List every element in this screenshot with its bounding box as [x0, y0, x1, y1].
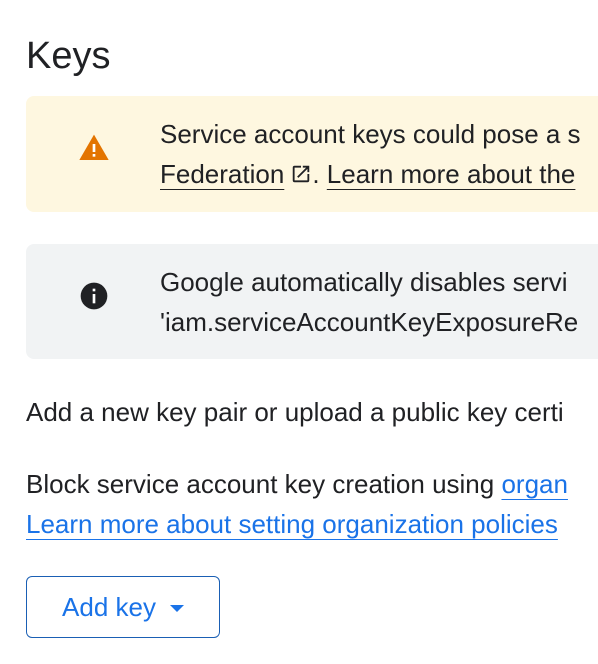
add-key-label: Add key	[62, 591, 156, 622]
info-banner-line-2: 'iam.serviceAccountKeyExposureRe	[160, 307, 579, 337]
block-key-creation-label: Block service account key creation using	[26, 469, 502, 499]
federation-link-label: Federation	[160, 159, 285, 189]
learn-org-policies-link[interactable]: Learn more about setting organization po…	[26, 509, 558, 539]
organization-policy-link[interactable]: organ	[501, 469, 568, 499]
block-key-creation-text: Block service account key creation using…	[26, 464, 568, 544]
warning-banner: Service account keys could pose a s Fede…	[26, 96, 598, 212]
warning-icon	[79, 134, 109, 160]
info-icon	[80, 282, 108, 310]
warning-banner-line-1: Service account keys could pose a s	[160, 119, 581, 149]
add-new-key-description: Add a new key pair or upload a public ke…	[26, 397, 564, 427]
warning-banner-text: Service account keys could pose a s Fede…	[160, 114, 581, 194]
info-banner: Google automatically disables servi 'iam…	[26, 244, 598, 359]
page-title: Keys	[26, 35, 111, 77]
arrow-drop-down-icon	[169, 604, 184, 612]
learn-more-link[interactable]: Learn more about the	[327, 159, 576, 189]
open-in-new-icon	[293, 165, 310, 183]
info-banner-line-1: Google automatically disables servi	[160, 267, 568, 297]
info-banner-text: Google automatically disables servi 'iam…	[160, 262, 578, 342]
warning-separator: .	[312, 159, 320, 189]
warning-banner-line-2: Federation . Learn more about the	[160, 154, 581, 194]
keys-page: Keys Service account keys could pose a s…	[0, 0, 598, 664]
add-key-button[interactable]: Add key	[26, 576, 220, 638]
federation-link[interactable]: Federation	[160, 159, 312, 189]
